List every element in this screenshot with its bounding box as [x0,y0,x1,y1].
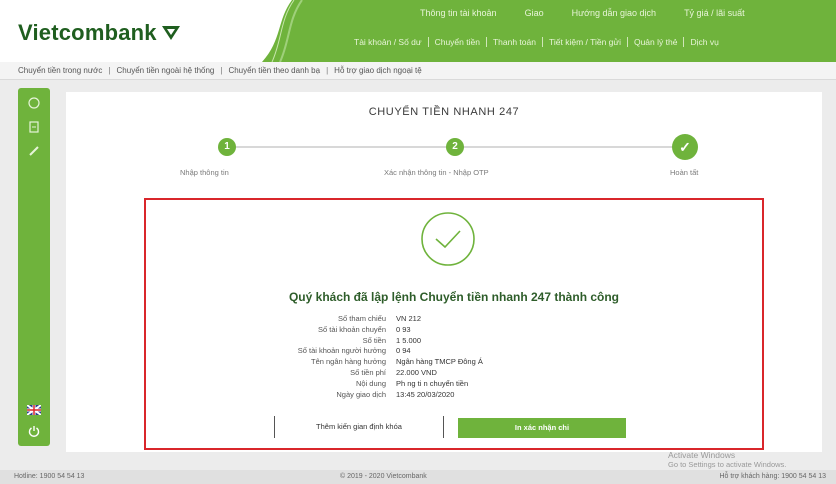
detail-value: Ngân hàng TMCP Đông Á [396,357,483,367]
power-icon[interactable] [26,424,42,440]
detail-label: Số tài khoản chuyển [318,324,386,334]
top-link[interactable]: Giao [525,8,544,18]
save-template-button[interactable]: Thêm kiến gian định khóa [274,416,444,438]
vietcombank-logo[interactable]: Vietcombank [18,20,181,46]
detail-value: VN 212 [396,314,422,323]
detail-row: Nội dung Ph ng ti n chuyển tiền [266,379,686,390]
subnav-item[interactable]: Chuyển tiền trong nước [14,66,106,75]
menu-item[interactable]: Dịch vụ [684,37,724,47]
footer-support: Hỗ trợ khách hàng: 1900 54 54 13 [719,473,826,480]
detail-value: 13:45 20/03/2020 [396,389,455,399]
step-1-label: Nhập thông tin [180,168,229,177]
list-icon[interactable] [26,120,42,136]
step-2-label: Xác nhận thông tin - Nhập OTP [384,168,489,177]
edit-icon[interactable] [26,144,42,160]
logo-text: Vietcombank [18,20,157,45]
subnav-item[interactable]: Hỗ trợ giao dịch ngoại tệ [330,66,426,75]
detail-label: Số tài khoản người hưởng [297,346,386,356]
logo-mark-icon [161,26,180,40]
detail-row: Tên ngân hàng hưởng Ngân hàng TMCP Đông Á [266,357,686,368]
footer-hotline: Hotline: 1900 54 54 13 [14,473,85,480]
detail-label: Số tiền [362,335,386,345]
detail-value: Ph ng ti n chuyển tiền [396,378,469,388]
watermark-line: Activate Windows [668,450,736,460]
main-card: CHUYỂN TIỀN NHANH 247 1 2 ✓ Nhập thông t… [66,92,822,452]
top-link[interactable]: Hướng dẫn giao dịch [572,8,656,18]
transfer-subnav: Chuyển tiền trong nước | Chuyển tiền ngoà… [0,62,836,80]
left-rail [18,88,50,446]
main-menu: Tài khoản / Số dư Chuyển tiền Thanh toán… [348,37,725,47]
detail-row: Số tài khoản chuyển 0 93 [266,325,686,336]
success-result-box: Quý khách đã lập lệnh Chuyển tiền nhanh … [144,198,764,450]
detail-row: Số tài khoản người hưởng 0 94 [266,346,686,357]
print-receipt-button[interactable]: In xác nhận chi [458,418,626,438]
watermark-line: Go to Settings to activate Windows. [668,460,787,469]
menu-item[interactable]: Tiết kiệm / Tiền gửi [543,37,628,47]
success-check-icon [421,212,475,266]
menu-item[interactable]: Thanh toán [487,37,543,47]
detail-row: Số tiền phí 22.000 VND [266,368,686,379]
subnav-item[interactable]: Chuyển tiền ngoài hệ thống [113,66,219,75]
top-links: Thông tin tài khoản Giao Hướng dẫn giao … [420,8,745,18]
footer: Hotline: 1900 54 54 13 © 2019 - 2020 Vie… [0,470,836,484]
step-1-dot: 1 [218,138,236,156]
flag-uk-icon[interactable] [26,404,42,420]
detail-row: Ngày giao dịch 13:45 20/03/2020 [266,390,686,401]
detail-value: 0 93 [396,324,411,334]
step-3-label: Hoàn tất [670,168,699,177]
step-connector [226,146,454,148]
detail-value: 22.000 VND [396,367,437,377]
step-2-dot: 2 [446,138,464,156]
step-3-check-icon: ✓ [672,134,698,160]
detail-row: Số tiền 1 5.000 [266,336,686,347]
menu-item[interactable]: Chuyển tiền [429,37,487,47]
windows-activation-watermark: Activate Windows Go to Settings to activ… [668,450,786,470]
footer-copyright: © 2019 - 2020 Vietcombank [340,473,427,480]
detail-label: Số tiền phí [350,367,386,377]
menu-item[interactable]: Quản lý thẻ [628,37,685,47]
detail-label: Nội dung [355,378,386,388]
page-title: CHUYỂN TIỀN NHANH 247 [368,106,520,118]
home-icon[interactable] [26,96,42,112]
step-connector [456,146,684,148]
detail-value: 0 94 [396,346,411,356]
top-link[interactable]: Tỷ giá / lãi suất [684,8,745,18]
detail-label: Ngày giao dịch [336,389,386,399]
detail-label: Số tham chiếu [338,314,386,323]
subnav-item[interactable]: Chuyển tiền theo danh bạ [224,66,324,75]
detail-label: Tên ngân hàng hưởng [311,357,386,367]
detail-row: Số tham chiếu VN 212 [266,314,686,325]
header: Vietcombank Thông tin tài khoản Giao Hướ… [0,0,836,62]
success-message: Quý khách đã lập lệnh Chuyển tiền nhanh … [288,290,620,304]
transaction-details: Số tham chiếu VN 212 Số tài khoản chuyển 0… [266,314,686,400]
menu-item[interactable]: Tài khoản / Số dư [348,37,429,47]
top-link[interactable]: Thông tin tài khoản [420,8,497,18]
detail-value: 1 5.000 [396,335,422,345]
